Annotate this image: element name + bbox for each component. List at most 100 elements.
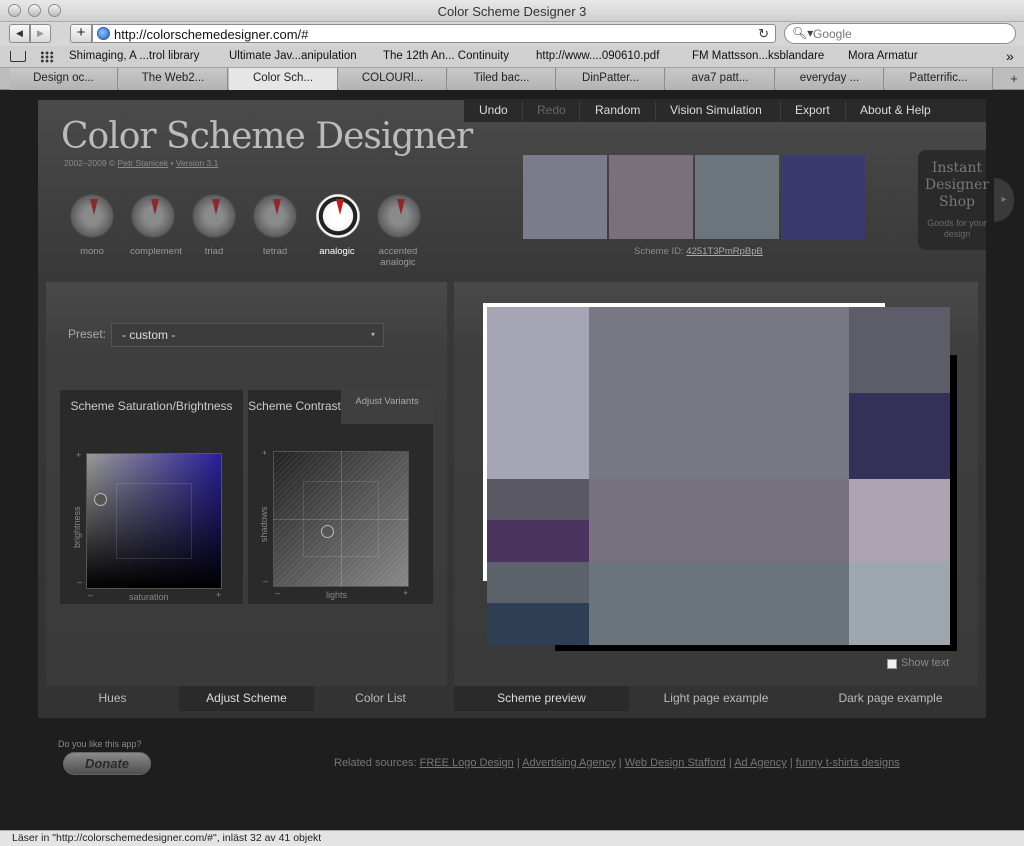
accented-analogic-dial-icon[interactable]	[377, 194, 421, 238]
related-link[interactable]: Ad Agency	[734, 757, 787, 769]
scheme-type-label-tetrad[interactable]: tetrad	[240, 246, 310, 257]
preview-color-cell[interactable]	[849, 393, 950, 479]
bookmark-item[interactable]: http://www....090610.pdf	[536, 50, 659, 62]
adjust-variants-label[interactable]: Adjust Variants	[341, 396, 433, 407]
browser-tab[interactable]: The Web2...	[119, 68, 228, 90]
preview-color-cell[interactable]	[487, 520, 589, 562]
browser-tab[interactable]: DinPatter...	[557, 68, 665, 90]
random-button[interactable]: Random	[595, 103, 640, 117]
copyright: 2002–2009 © Petr Stanicek • Version 3.1	[64, 158, 218, 168]
ad-expand-arrow-icon[interactable]: ▸	[994, 178, 1014, 222]
url-text[interactable]: http://colorschemedesigner.com/#	[114, 27, 308, 42]
show-text-label[interactable]: Show text	[901, 657, 949, 669]
browser-tab[interactable]: Design oc...	[10, 68, 118, 90]
show-text-checkbox[interactable]	[887, 659, 897, 669]
related-link[interactable]: Advertising Agency	[522, 757, 616, 769]
instant-designer-shop-ad[interactable]: Instant Designer Shop Goods for your des…	[918, 150, 989, 250]
globe-icon	[97, 27, 110, 40]
back-button[interactable]: ◀	[9, 24, 30, 43]
menu-separator	[780, 101, 781, 121]
bookmark-item[interactable]: Ultimate Jav...anipulation	[229, 50, 357, 62]
menu-separator	[522, 101, 523, 121]
color-swatch[interactable]	[523, 155, 607, 239]
analogic-dial-icon[interactable]	[316, 194, 360, 238]
about-help-button[interactable]: About & Help	[860, 103, 931, 117]
bookmark-item[interactable]: Shimaging, A ...trol library	[69, 50, 199, 62]
version-link[interactable]: Version 3.1	[176, 158, 219, 168]
bookmarks-overflow-icon[interactable]: »	[1006, 48, 1014, 64]
scheme-id-label: Scheme ID:	[634, 246, 684, 257]
forward-button[interactable]: ▶	[30, 24, 51, 43]
related-sources: Related sources: FREE Logo Design | Adve…	[334, 757, 900, 769]
tetrad-dial-icon[interactable]	[253, 194, 297, 238]
dial-pointer	[336, 199, 344, 215]
complement-dial-icon[interactable]	[131, 194, 175, 238]
top-sites-grid-icon[interactable]	[40, 51, 54, 63]
tab-light-page-example[interactable]: Light page example	[629, 686, 803, 711]
related-link[interactable]: funny t-shirts designs	[796, 757, 900, 769]
color-swatch[interactable]	[695, 155, 779, 239]
scheme-type-label-accented-analogic[interactable]: accented analogic	[363, 246, 433, 268]
saturation-range-guide	[116, 483, 192, 559]
author-link[interactable]: Petr Stanicek	[118, 158, 169, 168]
browser-tab-active[interactable]: Color Sch...	[229, 68, 338, 90]
preview-color-cell[interactable]	[589, 562, 849, 645]
dial-pointer	[397, 199, 405, 215]
tab-adjust-scheme[interactable]: Adjust Scheme	[179, 686, 314, 711]
browser-tab[interactable]: ava7 patt...	[666, 68, 775, 90]
redo-button[interactable]: Redo	[537, 103, 566, 117]
preview-color-cell[interactable]	[849, 307, 950, 393]
undo-button[interactable]: Undo	[479, 103, 508, 117]
scheme-type-label-analogic[interactable]: analogic	[302, 246, 372, 257]
bookmark-item[interactable]: FM Mattsson...ksblandare	[692, 50, 824, 62]
preview-color-cell[interactable]	[589, 479, 849, 562]
preset-label: Preset:	[68, 327, 107, 341]
axis-plus: +	[262, 448, 268, 458]
search-input[interactable]: 🔍︎▾ Google	[784, 23, 1016, 44]
menu-separator	[579, 101, 580, 121]
triad-dial-icon[interactable]	[192, 194, 236, 238]
browser-tab[interactable]: COLOURl...	[339, 68, 447, 90]
export-button[interactable]: Export	[795, 103, 830, 117]
preset-select[interactable]: - custom - ▾	[111, 323, 384, 347]
contrast-handle[interactable]	[321, 525, 334, 538]
tab-hues[interactable]: Hues	[46, 686, 179, 711]
preview-color-cell[interactable]	[849, 479, 950, 562]
browser-tab[interactable]: Patterrific...	[885, 68, 993, 90]
browser-tab[interactable]: everyday ...	[776, 68, 884, 90]
search-placeholder: Google	[813, 27, 852, 41]
vision-simulation-button[interactable]: Vision Simulation	[670, 103, 762, 117]
donate-button[interactable]: Donate	[63, 752, 151, 775]
add-bookmark-button[interactable]: +	[70, 24, 92, 43]
address-bar[interactable]: http://colorschemedesigner.com/# ↻	[92, 24, 776, 43]
scheme-type-label-triad[interactable]: triad	[179, 246, 249, 257]
tab-color-list[interactable]: Color List	[314, 686, 447, 711]
color-swatch[interactable]	[781, 155, 865, 239]
related-link[interactable]: FREE Logo Design	[420, 757, 514, 769]
bookmark-item[interactable]: The 12th An... Continuity	[383, 50, 509, 62]
scheme-id-link[interactable]: 4251T3PmRpBpB	[686, 246, 763, 257]
reload-icon[interactable]: ↻	[758, 26, 769, 42]
preview-color-cell[interactable]	[487, 603, 589, 645]
saturation-brightness-handle[interactable]	[94, 493, 107, 506]
brightness-axis-label: brightness	[72, 506, 82, 548]
tab-dark-page-example[interactable]: Dark page example	[803, 686, 978, 711]
search-icon[interactable]: 🔍︎▾	[792, 26, 813, 40]
new-tab-button[interactable]: +	[1004, 68, 1024, 90]
axis-minus: –	[77, 577, 83, 587]
dial-pointer	[90, 199, 98, 215]
browser-tab[interactable]: Tiled bac...	[448, 68, 556, 90]
bookmark-item[interactable]: Mora Armatur	[848, 50, 918, 62]
mono-dial-icon[interactable]	[70, 194, 114, 238]
preview-color-cell[interactable]	[487, 307, 589, 479]
scheme-type-label-mono[interactable]: mono	[57, 246, 127, 257]
shadows-axis-label: shadows	[259, 506, 269, 542]
preview-color-cell[interactable]	[589, 307, 849, 479]
reading-list-icon[interactable]	[10, 51, 26, 62]
related-link[interactable]: Web Design Stafford	[625, 757, 726, 769]
color-swatch[interactable]	[609, 155, 693, 239]
preview-color-cell[interactable]	[487, 479, 589, 520]
tab-scheme-preview[interactable]: Scheme preview	[454, 686, 629, 711]
preview-color-cell[interactable]	[487, 562, 589, 603]
preview-color-cell[interactable]	[849, 562, 950, 645]
